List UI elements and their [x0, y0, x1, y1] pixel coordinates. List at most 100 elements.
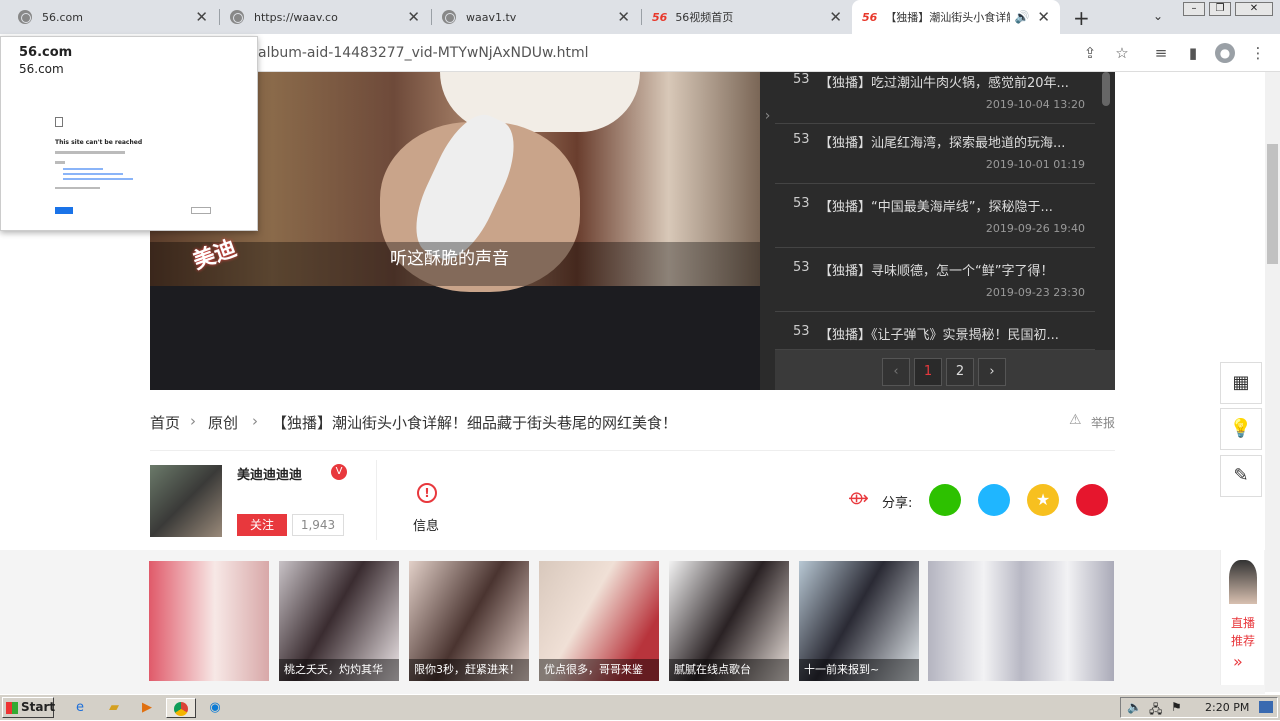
info-label[interactable]: 信息: [413, 515, 439, 534]
tab-strip: 56.com ✕ https://waav.co ✕ waav1.tv ✕ 56…: [0, 0, 1280, 34]
lightbulb-icon[interactable]: 💡: [1220, 408, 1262, 450]
recommend-thumb[interactable]: 桃之夭夭，灼灼其华: [279, 561, 399, 681]
page-scrollbar[interactable]: [1265, 72, 1280, 692]
divider: [376, 460, 377, 540]
details-button[interactable]: [191, 207, 211, 214]
volume-icon[interactable]: 🔈: [1127, 700, 1142, 714]
media-control-icon[interactable]: ≡: [1151, 43, 1171, 63]
tab-56com[interactable]: 56.com ✕: [8, 0, 218, 34]
globe-icon: [230, 10, 244, 24]
tab-title: 56.com: [42, 10, 83, 24]
qr-code-icon[interactable]: ▦: [1220, 362, 1262, 404]
playlist-item[interactable]: 53 【独播】寻味顺德，怎一个“鲜”字了得！ 2019-09-23 23:30: [775, 248, 1095, 312]
playlist-item[interactable]: 53 【独播】“中国最美海岸线”，探秘隐于... 2019-09-26 19:4…: [775, 184, 1095, 248]
tab-waav-co[interactable]: https://waav.co ✕: [220, 0, 430, 34]
reload-button[interactable]: [55, 207, 73, 214]
playlist-title: 【独播】寻味顺德，怎一个“鲜”字了得！: [819, 264, 1054, 279]
live-label: 推荐: [1231, 634, 1256, 648]
video-title: 【独播】潮汕街头小食详解！细品藏于街头巷尾的网红美食！: [272, 414, 678, 432]
recommend-thumb[interactable]: 限你3秒，赶紧进来！: [409, 561, 529, 681]
feedback-edit-icon[interactable]: ✎: [1220, 455, 1262, 497]
minimize-button[interactable]: –: [1183, 2, 1205, 16]
next-page-button[interactable]: ›: [978, 358, 1006, 386]
error-line: [63, 173, 123, 175]
qzone-share-icon[interactable]: ★: [1027, 484, 1059, 516]
prev-page-button[interactable]: ‹: [882, 358, 910, 386]
scrollbar-thumb[interactable]: [1267, 144, 1278, 264]
tab-56-home[interactable]: 56 56视频首页 ✕: [642, 0, 852, 34]
edge-icon[interactable]: ◉: [205, 698, 225, 718]
tab-search-icon[interactable]: ⌄: [1153, 9, 1163, 23]
recommend-thumb[interactable]: [928, 561, 1114, 681]
profile-avatar-icon[interactable]: ●: [1215, 43, 1235, 63]
recommend-thumb[interactable]: [149, 561, 269, 681]
breadcrumb-section[interactable]: 原创: [208, 412, 238, 433]
show-desktop-icon[interactable]: [1259, 701, 1273, 713]
live-recommend-panel[interactable]: 直播 推荐 »: [1220, 550, 1264, 685]
windows-logo-icon: [6, 702, 18, 714]
globe-icon: [442, 10, 456, 24]
playlist-scrollbar[interactable]: [1102, 72, 1110, 106]
playlist-num: 53: [793, 72, 810, 87]
report-link[interactable]: 举报: [1091, 414, 1115, 431]
speaker-icon[interactable]: 🔊: [1014, 10, 1029, 24]
bookmark-star-icon[interactable]: ☆: [1112, 43, 1132, 63]
author-name[interactable]: 美迪迪迪迪: [237, 464, 302, 483]
close-icon[interactable]: ✕: [617, 8, 630, 26]
collapse-playlist-handle[interactable]: ›: [760, 72, 775, 390]
maximize-button[interactable]: ❐: [1209, 2, 1231, 16]
recommend-thumb[interactable]: 腻腻在线点歌台: [669, 561, 789, 681]
close-icon[interactable]: ✕: [407, 8, 420, 26]
url-text[interactable]: album-aid-14483277_vid-MTYwNjAxNDUw.html: [258, 45, 589, 61]
tab-title: 56视频首页: [675, 11, 734, 24]
thumb-caption: 十一前来报到~: [799, 659, 919, 681]
info-icon[interactable]: !: [417, 483, 437, 503]
thumb-caption: 限你3秒，赶紧进来！: [409, 659, 529, 681]
chrome-taskbar-button[interactable]: [166, 698, 196, 718]
breadcrumb-home[interactable]: 首页: [150, 412, 180, 433]
windows-taskbar: Start e ▰ ▶ ◉ 🔈 🖧 ⚑ 2:20 PM: [0, 694, 1280, 720]
recommend-thumb[interactable]: 十一前来报到~: [799, 561, 919, 681]
playlist-date: 2019-10-04 13:20: [985, 98, 1085, 111]
close-icon[interactable]: ✕: [829, 8, 842, 26]
ie-icon[interactable]: e: [70, 698, 90, 718]
recommend-thumb[interactable]: 优点很多，哥哥来鉴: [539, 561, 659, 681]
playlist-item[interactable]: 53 【独播】汕尾红海湾，探索最地道的玩海... 2019-10-01 01:1…: [775, 120, 1095, 184]
network-icon[interactable]: 🖧: [1149, 700, 1162, 721]
globe-icon: [18, 10, 32, 24]
playlist-item[interactable]: 53 【独播】吃过潮汕牛肉火锅，感觉前20年... 2019-10-04 13:…: [775, 60, 1095, 124]
close-window-button[interactable]: ✕: [1235, 2, 1273, 16]
flag-icon[interactable]: ⚑: [1171, 700, 1182, 714]
page-1-button[interactable]: 1: [914, 358, 942, 386]
start-button[interactable]: Start: [2, 697, 55, 718]
verified-badge-icon: V: [331, 464, 347, 480]
close-icon[interactable]: ✕: [1037, 8, 1050, 26]
error-line: [55, 187, 100, 189]
qq-share-icon[interactable]: [978, 484, 1010, 516]
tab-waav1-tv[interactable]: waav1.tv ✕: [432, 0, 640, 34]
page-2-button[interactable]: 2: [946, 358, 974, 386]
share-icon: ⟴: [848, 488, 869, 509]
media-player-icon[interactable]: ▶: [137, 698, 157, 718]
side-panel-icon[interactable]: ▮: [1183, 43, 1203, 63]
wechat-share-icon[interactable]: [929, 484, 961, 516]
playlist-item[interactable]: 53 【独播】《让子弹飞》实景揭秘！民国初...: [775, 312, 1095, 350]
file-icon: [55, 117, 63, 127]
live-avatar: [1229, 560, 1257, 604]
pagination-bar: [775, 350, 1115, 390]
menu-kebab-icon[interactable]: ⋮: [1248, 43, 1268, 63]
chevron-right-icon: ›: [252, 412, 258, 430]
author-avatar[interactable]: [150, 465, 222, 537]
weibo-share-icon[interactable]: [1076, 484, 1108, 516]
share-label: 分享:: [882, 496, 913, 511]
system-tray: 🔈 🖧 ⚑ 2:20 PM: [1120, 697, 1278, 718]
follow-button[interactable]: 关注: [237, 514, 287, 536]
playlist-date: 2019-09-26 19:40: [985, 222, 1085, 235]
close-icon[interactable]: ✕: [195, 8, 208, 26]
error-title: This site can't be reached: [55, 139, 143, 146]
tab-active-video[interactable]: 56 【独播】潮汕街头小食详解 🔊 ✕: [852, 0, 1060, 34]
live-label: 直播: [1231, 616, 1256, 630]
video-subtitle: 听这酥脆的声音: [390, 249, 509, 269]
folder-icon[interactable]: ▰: [104, 698, 124, 718]
new-tab-button[interactable]: +: [1073, 6, 1090, 30]
